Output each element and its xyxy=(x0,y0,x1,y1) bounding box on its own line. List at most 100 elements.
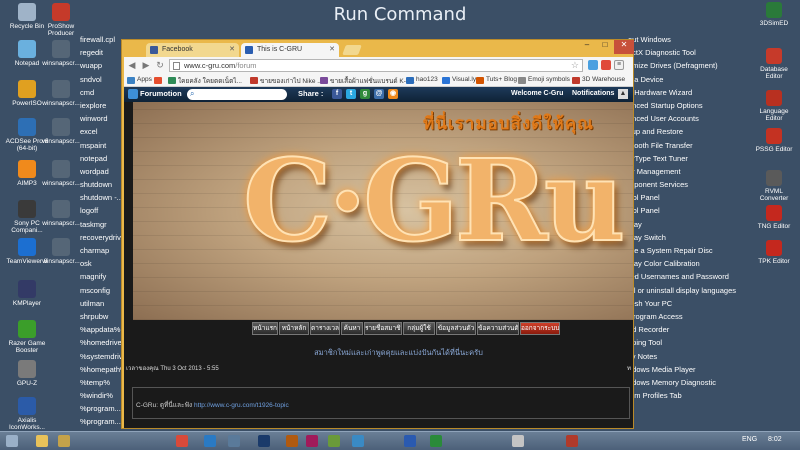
nav-button[interactable]: ข้อมูลส่วนตัว xyxy=(436,322,476,335)
nav-button[interactable]: กลุ่มผู้ใช้ xyxy=(403,322,435,335)
app-icon-4[interactable] xyxy=(512,435,524,447)
bookmark-item[interactable]: Apps xyxy=(127,76,152,84)
bookmark-item[interactable]: ขายของเก่าไป Nike ... xyxy=(250,76,323,86)
google-share-icon[interactable]: g xyxy=(360,89,370,99)
clock[interactable]: 8:02 xyxy=(768,436,782,443)
tool-item[interactable]: anced Startup Options xyxy=(628,99,736,112)
bookmark-item[interactable]: Emoji symbols xyxy=(518,76,570,84)
tool-item[interactable]: dmize Drives (Defragment) xyxy=(628,59,736,72)
word-icon[interactable] xyxy=(404,435,416,447)
illustrator-icon[interactable] xyxy=(286,435,298,447)
tool-item[interactable]: ndows Memory Diagnostic xyxy=(628,376,736,389)
app-icon[interactable] xyxy=(228,435,240,447)
tool-item[interactable]: trol Panel xyxy=(628,191,736,204)
desktop-icon[interactable]: ProShow Producer xyxy=(38,3,84,37)
tool-item[interactable]: all or uninstall display languages xyxy=(628,284,736,297)
desktop-icon[interactable]: winsnapscr... xyxy=(38,200,84,227)
close-tab-icon[interactable]: ✕ xyxy=(329,45,335,53)
close-window-button[interactable]: ✕ xyxy=(614,40,634,54)
excel-icon[interactable] xyxy=(430,435,442,447)
bookmark-item[interactable]: ใคยคลัง ใคยตดเน็ตไ... xyxy=(168,76,242,86)
tool-item[interactable]: ectX Diagnostic Tool xyxy=(628,46,736,59)
desktop-icon[interactable]: winsnapscr... xyxy=(38,238,84,265)
extension-icon[interactable] xyxy=(588,60,598,70)
bookmark-item[interactable]: hao123 xyxy=(406,76,438,84)
desktop-icon[interactable]: PSSG Editor xyxy=(752,128,796,153)
desktop-icon[interactable]: Language Editor xyxy=(752,90,796,122)
tool-item[interactable]: play Color Calibration xyxy=(628,257,736,270)
nav-button[interactable]: หน้าแรก xyxy=(252,322,278,335)
tool-item[interactable]: d Hardware Wizard xyxy=(628,86,736,99)
explorer-icon[interactable] xyxy=(58,435,70,447)
tool-item[interactable]: Program Access xyxy=(628,310,736,323)
new-tab-button[interactable] xyxy=(342,45,362,55)
desktop-icon[interactable]: winsnapscr... xyxy=(38,118,84,145)
desktop-icon[interactable]: KMPlayer xyxy=(4,280,50,307)
back-icon[interactable]: ◀ xyxy=(126,59,138,71)
tool-item[interactable]: d a Device xyxy=(628,73,736,86)
extension-icon[interactable] xyxy=(601,60,611,70)
app-icon-3[interactable] xyxy=(352,435,364,447)
nav-button[interactable]: ข้อความส่วนตัว xyxy=(477,322,519,335)
email-share-icon[interactable]: @ xyxy=(374,89,384,99)
tab-facebook[interactable]: Facebook ✕ xyxy=(146,43,239,57)
scroll-top-icon[interactable]: ▲ xyxy=(618,89,628,99)
notifications-link[interactable]: Notifications xyxy=(572,90,614,97)
tab-cgru[interactable]: This is C-GRU ✕ xyxy=(241,43,339,57)
minimize-button[interactable]: – xyxy=(578,40,596,54)
desktop-icon[interactable]: Axialis IconWorks... xyxy=(4,397,50,431)
nav-button[interactable]: หน้าหลัก xyxy=(279,322,309,335)
maximize-button[interactable]: □ xyxy=(596,40,614,54)
app-icon-5[interactable] xyxy=(566,435,578,447)
ie-icon[interactable] xyxy=(204,435,216,447)
tool-item[interactable]: kup and Restore xyxy=(628,125,736,138)
desktop-icon[interactable]: 3DSimED xyxy=(752,2,796,27)
reload-icon[interactable]: ↻ xyxy=(154,59,166,71)
welcome-user-link[interactable]: Welcome C-Gru xyxy=(511,90,563,97)
forum-search-input[interactable]: ⌕ xyxy=(187,89,287,100)
chrome-icon[interactable] xyxy=(176,435,188,447)
start-icon[interactable] xyxy=(6,435,18,447)
tool-item[interactable]: arType Text Tuner xyxy=(628,152,736,165)
tool-item[interactable]: ndows Media Player xyxy=(628,363,736,376)
tool-item[interactable]: or Management xyxy=(628,165,736,178)
folder-icon[interactable] xyxy=(36,435,48,447)
tool-item[interactable]: red Usernames and Password xyxy=(628,270,736,283)
tool-item[interactable]: tem Profiles Tab xyxy=(628,389,736,402)
address-bar[interactable]: www.c-gru.com/forum ☆ xyxy=(169,59,583,72)
desktop-icon[interactable]: winsnapscr... xyxy=(38,160,84,187)
desktop-icon[interactable]: GPU-Z xyxy=(4,360,50,387)
tool-item[interactable]: pping Tool xyxy=(628,336,736,349)
tool-item[interactable]: resh Your PC xyxy=(628,297,736,310)
photoshop-icon[interactable] xyxy=(258,435,270,447)
nav-button[interactable]: รายชื่อสมาชิก xyxy=(364,322,402,335)
nav-button[interactable]: ตารางเวลา xyxy=(310,322,340,335)
desktop-icon[interactable]: TNG Editor xyxy=(752,205,796,230)
language-indicator[interactable]: ENG xyxy=(742,436,757,443)
tool-item[interactable]: trol Panel xyxy=(628,204,736,217)
close-tab-icon[interactable]: ✕ xyxy=(229,45,235,53)
desktop-icon[interactable]: Database Editor xyxy=(752,48,796,80)
latest-post-link[interactable]: http://www.c-gru.com/t1926-topic xyxy=(194,402,289,409)
desktop-icon[interactable]: TPK Editor xyxy=(752,240,796,265)
bookmark-item[interactable]: ขายเสื้อผ้าแฟชั่นแบรนด์ K-P... xyxy=(320,76,415,86)
indesign-icon[interactable] xyxy=(306,435,318,447)
desktop-icon[interactable]: RVML Converter xyxy=(752,170,796,202)
facebook-share-icon[interactable]: f xyxy=(332,89,342,99)
app-icon-2[interactable] xyxy=(328,435,340,447)
tool-item[interactable]: etooth File Transfer xyxy=(628,139,736,152)
nav-button[interactable]: ออกจากระบบ xyxy=(520,322,560,335)
nav-button[interactable]: ค้นหา xyxy=(341,322,363,335)
menu-icon[interactable]: ≡ xyxy=(614,60,624,70)
tool-item[interactable]: ate a System Repair Disc xyxy=(628,244,736,257)
tool-item[interactable]: ky Notes xyxy=(628,350,736,363)
tool-item[interactable]: nd Recorder xyxy=(628,323,736,336)
tool-item[interactable]: mponent Services xyxy=(628,178,736,191)
tool-item[interactable]: play Switch xyxy=(628,231,736,244)
forumotion-logo[interactable]: Forumotion xyxy=(128,89,182,99)
twitter-share-icon[interactable]: t xyxy=(346,89,356,99)
tool-item[interactable]: anced User Accounts xyxy=(628,112,736,125)
bookmark-item[interactable]: Tuts+ Blog xyxy=(476,76,517,84)
bookmark-star-icon[interactable]: ☆ xyxy=(571,60,579,71)
tool-item[interactable]: out Windows xyxy=(628,33,736,46)
